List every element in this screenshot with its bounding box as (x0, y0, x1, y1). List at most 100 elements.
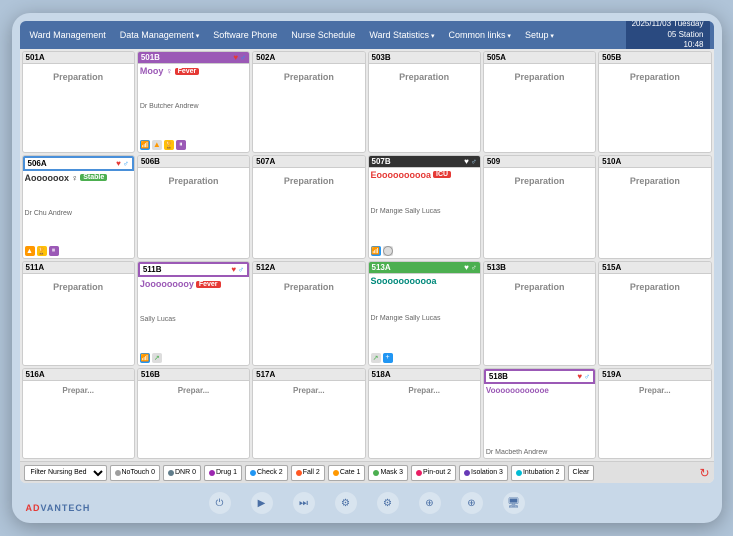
room-number-519A: 519A (602, 370, 621, 379)
filter-cate[interactable]: Cate 1 (328, 465, 366, 481)
filter-notouch[interactable]: NoTouch 0 (110, 465, 160, 481)
adjust-button-2[interactable]: ⊕ (461, 492, 483, 514)
station-info: 2025/11/03 Tuesday 05 Station 10:48 (626, 21, 710, 53)
icon-circle-507B (383, 246, 393, 256)
room-header-516A: 516A (23, 369, 134, 381)
power-button[interactable]: ⏻ (209, 492, 231, 514)
display-button[interactable]: 🖥 (503, 492, 525, 514)
nav-setup[interactable]: Setup (519, 28, 560, 42)
brand-ad: AD (26, 503, 41, 513)
room-507A[interactable]: 507A Preparation (252, 155, 365, 260)
filter-clear[interactable]: Clear (568, 465, 595, 481)
room-518B[interactable]: 518B ♥ ♂ Voooooooooooe Dr Macbeth Andrew (483, 368, 596, 460)
room-preparation-512A: Preparation (255, 276, 362, 298)
room-number-501A: 501A (26, 53, 45, 62)
dot-pinout (416, 470, 422, 476)
room-body-516A: Prepar... (23, 381, 134, 459)
forward-button[interactable]: ⏭ (293, 492, 315, 514)
room-503B[interactable]: 503B Preparation (368, 51, 481, 153)
room-partial-517A: Prepar... (255, 383, 362, 398)
filter-drug[interactable]: Drug 1 (204, 465, 242, 481)
nav-software-phone[interactable]: Software Phone (207, 28, 283, 42)
room-511A[interactable]: 511A Preparation (22, 261, 135, 366)
icon-plus-513A: + (383, 353, 393, 363)
icon-triangle-501B: ▲ (152, 140, 162, 150)
room-516A[interactable]: 516A Prepar... (22, 368, 135, 460)
room-517A[interactable]: 517A Prepar... (252, 368, 365, 460)
nav-nurse-schedule[interactable]: Nurse Schedule (285, 28, 361, 42)
dot-mask (373, 470, 379, 476)
room-505B[interactable]: 505B Preparation (598, 51, 711, 153)
settings-button-2[interactable]: ⚙ (377, 492, 399, 514)
filter-pinout[interactable]: Pin-out 2 (411, 465, 456, 481)
room-507B[interactable]: 507B ♥ ♂ Eoooooooooa ICU Dr Mangie Sally… (368, 155, 481, 260)
room-number-512A: 512A (256, 263, 275, 272)
room-506A[interactable]: 506A ♥ ♂ Aoooooox ♀ Stable Dr Chu Andrew (22, 155, 135, 260)
adjust-button[interactable]: ⊕ (419, 492, 441, 514)
room-516B[interactable]: 516B Prepar... (137, 368, 250, 460)
room-501A[interactable]: 501A Preparation (22, 51, 135, 153)
dot-check (250, 470, 256, 476)
nav-ward-management[interactable]: Ward Management (24, 28, 112, 42)
room-header-501A: 501A (23, 52, 134, 64)
room-preparation-515A: Preparation (601, 276, 708, 298)
room-number-509: 509 (487, 157, 500, 166)
filter-check[interactable]: Check 2 (245, 465, 288, 481)
room-body-515A: Preparation (599, 274, 710, 365)
room-body-505B: Preparation (599, 64, 710, 152)
room-number-516A: 516A (26, 370, 45, 379)
play-button[interactable]: ▶ (251, 492, 273, 514)
station-display: 05 Station (632, 30, 704, 40)
badge-506A: Stable (80, 174, 107, 181)
room-519A[interactable]: 519A Prepar... (598, 368, 711, 460)
room-number-518A: 518A (372, 370, 391, 379)
filter-dnr[interactable]: DNR 0 (163, 465, 201, 481)
room-number-507A: 507A (256, 157, 275, 166)
room-501B-icons: ♥ ♂ (233, 53, 246, 62)
filter-intubation[interactable]: Intubation 2 (511, 465, 565, 481)
room-partial-519A: Prepar... (601, 383, 708, 398)
nav-common-links[interactable]: Common links (442, 28, 516, 42)
refresh-icon[interactable]: ↻ (699, 466, 709, 480)
room-509[interactable]: 509 Preparation (483, 155, 596, 260)
room-507B-icons: ♥ ♂ (464, 157, 477, 166)
room-512A[interactable]: 512A Preparation (252, 261, 365, 366)
label-check: Check 2 (257, 469, 283, 476)
room-preparation-511A: Preparation (25, 276, 132, 298)
room-number-503B: 503B (372, 53, 391, 62)
room-body-501B: Mooy ♀ Fever Dr Butcher Andrew 📶 ▲ 🏆 ⏸ (138, 64, 249, 152)
settings-button-1[interactable]: ⚙ (335, 492, 357, 514)
room-body-519A: Prepar... (599, 381, 710, 459)
room-505A[interactable]: 505A Preparation (483, 51, 596, 153)
room-510A[interactable]: 510A Preparation (598, 155, 711, 260)
filter-fall[interactable]: Fall 2 (291, 465, 325, 481)
filter-mask[interactable]: Mask 3 (368, 465, 408, 481)
nav-ward-statistics[interactable]: Ward Statistics (363, 28, 440, 42)
filter-isolation[interactable]: Isolation 3 (459, 465, 508, 481)
filter-nursing-select[interactable]: Filter Nursing Bed (24, 465, 107, 481)
doctor-506A: Dr Chu Andrew (25, 210, 132, 217)
room-513A[interactable]: 513A ♥ ♂ Sooooooooooa Dr Mangie Sally Lu… (368, 261, 481, 366)
room-518B-icons: ♥ ♂ (577, 372, 590, 381)
room-number-507B: 507B (372, 157, 391, 166)
heart-icon-518B: ♥ (577, 372, 582, 381)
room-501B[interactable]: 501B ♥ ♂ Mooy ♀ Fever Dr Butcher Andrew (137, 51, 250, 153)
room-502A[interactable]: 502A Preparation (252, 51, 365, 153)
patient-name-513A: Sooooooooooa (371, 276, 478, 286)
room-506A-icons: ♥ ♂ (116, 159, 129, 168)
badge-511B: Fever (196, 281, 221, 288)
icon-pause-506A: ⏸ (49, 246, 59, 256)
room-513B[interactable]: 513B Preparation (483, 261, 596, 366)
room-511B[interactable]: 511B ♥ ♂ Jooooooooy Fever Sally Lucas (137, 261, 250, 366)
nav-data-management[interactable]: Data Management (114, 28, 206, 42)
room-506B[interactable]: 506B Preparation (137, 155, 250, 260)
dot-cate (333, 470, 339, 476)
room-518A[interactable]: 518A Prepar... (368, 368, 481, 460)
room-partial-518A: Prepar... (371, 383, 478, 398)
room-body-512A: Preparation (253, 274, 364, 365)
brand-logo: ADVANTECH (26, 503, 91, 513)
room-header-506A: 506A ♥ ♂ (23, 156, 134, 171)
room-515A[interactable]: 515A Preparation (598, 261, 711, 366)
main-content: 501A Preparation 501B ♥ ♂ (20, 49, 714, 483)
room-partial-516B: Prepar... (140, 383, 247, 398)
